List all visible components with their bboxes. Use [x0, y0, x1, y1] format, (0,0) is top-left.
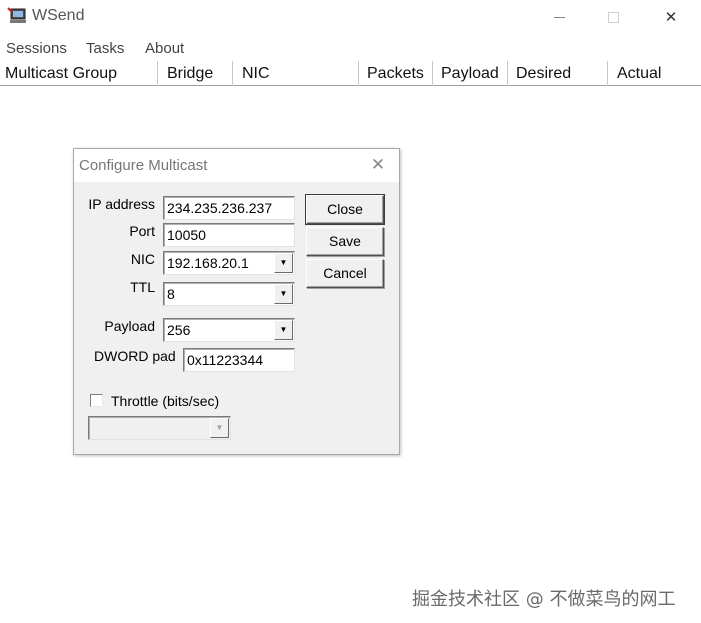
minimize-icon: [553, 16, 565, 18]
payload-dropdown-button[interactable]: ▼: [274, 320, 293, 340]
nic-combo[interactable]: 192.168.20.1 ▼: [163, 251, 295, 275]
close-dialog-button[interactable]: Close: [305, 194, 385, 225]
configure-multicast-dialog: Configure Multicast ✕ IP address 234.235…: [73, 148, 400, 455]
nic-dropdown-button[interactable]: ▼: [274, 253, 293, 273]
menu-sessions[interactable]: Sessions: [6, 40, 67, 57]
menu-about[interactable]: About: [145, 40, 184, 57]
dialog-title-bar: Configure Multicast ✕: [74, 149, 399, 182]
dword-pad-input[interactable]: 0x11223344: [183, 348, 295, 372]
close-icon: ✕: [664, 9, 678, 26]
save-button[interactable]: Save: [306, 227, 384, 256]
throttle-checkbox[interactable]: [90, 394, 103, 407]
ip-address-label: IP address: [88, 196, 155, 212]
menu-bar: Sessions Tasks About: [0, 38, 701, 60]
column-header-packets[interactable]: Packets: [359, 61, 433, 86]
column-header-nic[interactable]: NIC: [233, 61, 359, 86]
maximize-button[interactable]: [590, 0, 636, 34]
column-header-actual[interactable]: Actual: [608, 61, 701, 86]
ttl-dropdown-button[interactable]: ▼: [274, 284, 293, 304]
payload-label: Payload: [104, 318, 155, 334]
throttle-combo[interactable]: ▼: [88, 416, 231, 440]
column-header-bridge[interactable]: Bridge: [158, 61, 233, 86]
chevron-down-icon: ▼: [215, 423, 224, 432]
dialog-title: Configure Multicast: [79, 157, 208, 174]
window-title: WSend: [32, 7, 85, 24]
app-icon: [7, 7, 26, 23]
ttl-label: TTL: [130, 279, 155, 295]
nic-combo-value: 192.168.20.1: [167, 255, 249, 271]
maximize-icon: [607, 11, 619, 23]
chevron-down-icon: ▼: [279, 289, 288, 298]
minimize-button[interactable]: [536, 0, 582, 34]
throttle-label: Throttle (bits/sec): [111, 393, 220, 409]
title-bar: WSend ✕: [0, 0, 701, 36]
ttl-combo[interactable]: 8 ▼: [163, 282, 295, 306]
column-header-desired[interactable]: Desired: [508, 61, 608, 86]
nic-label: NIC: [130, 251, 155, 267]
payload-combo-value: 256: [167, 322, 191, 338]
ttl-combo-value: 8: [167, 286, 175, 302]
chevron-down-icon: ▼: [279, 325, 288, 334]
dialog-close-icon[interactable]: ✕: [369, 156, 387, 174]
list-header: Multicast Group Bridge NIC Packets Paylo…: [0, 61, 701, 86]
port-label: Port: [129, 223, 155, 239]
watermark: 掘金技术社区 @ 不做菜鸟的网工: [412, 589, 676, 610]
chevron-down-icon: ▼: [279, 258, 288, 267]
dword-pad-label: DWORD pad: [94, 348, 176, 364]
column-header-multicast-group[interactable]: Multicast Group: [0, 61, 158, 86]
column-header-payload[interactable]: Payload: [433, 61, 508, 86]
close-button[interactable]: ✕: [648, 0, 694, 34]
throttle-dropdown-button[interactable]: ▼: [210, 418, 229, 438]
ip-address-input[interactable]: 234.235.236.237: [163, 196, 295, 220]
menu-tasks[interactable]: Tasks: [86, 40, 124, 57]
payload-combo[interactable]: 256 ▼: [163, 318, 295, 342]
cancel-button[interactable]: Cancel: [306, 259, 384, 288]
port-input[interactable]: 10050: [163, 223, 295, 247]
